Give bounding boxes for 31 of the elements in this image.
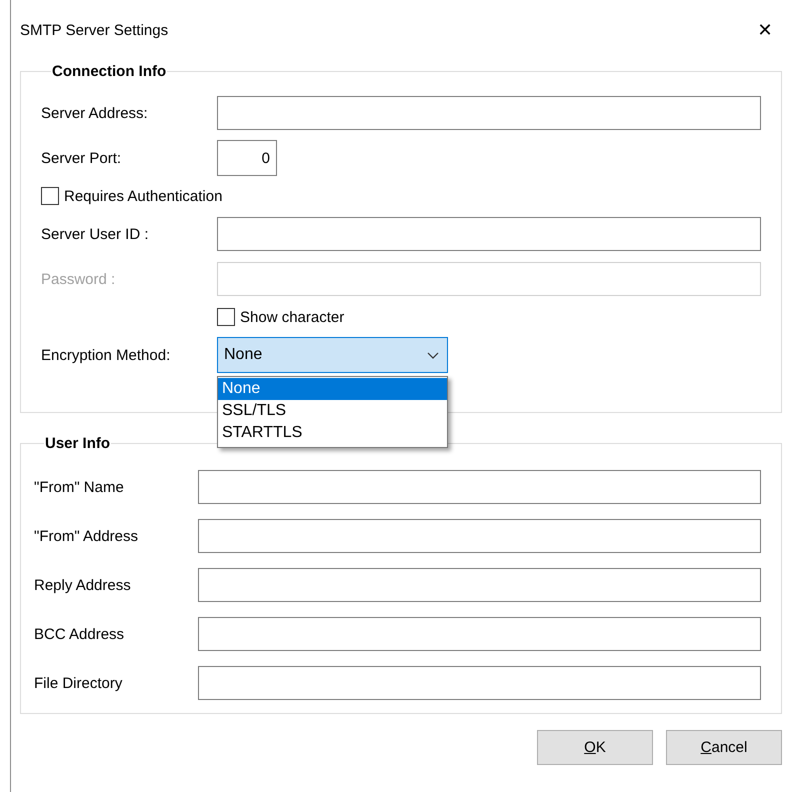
- field-label: "From" Name: [34, 478, 125, 496]
- input-field[interactable]: [198, 519, 761, 553]
- dropdown-option[interactable]: SSL/TLS: [218, 400, 447, 422]
- field-label: Server Port:: [41, 150, 122, 166]
- field-label: Server Address:: [41, 104, 149, 122]
- field-label: File Directory: [34, 674, 124, 692]
- checkbox[interactable]: Requires Authentication: [41, 187, 222, 205]
- input-field[interactable]: [217, 96, 761, 130]
- dropdown-option[interactable]: STARTTLS: [218, 422, 447, 444]
- field-label: Server User ID :: [41, 226, 150, 242]
- input-field[interactable]: [198, 568, 761, 602]
- dialog-button[interactable]: OK: [537, 730, 653, 765]
- port-field[interactable]: 0: [217, 140, 277, 176]
- field-label: Reply Address: [34, 576, 132, 594]
- window-title: SMTP Server Settings: [20, 22, 168, 38]
- dialog-button[interactable]: Cancel: [666, 730, 782, 765]
- input-field[interactable]: [217, 217, 761, 251]
- field-label: Password :: [41, 270, 116, 288]
- checkbox[interactable]: Show character: [217, 308, 344, 326]
- field-label: Encryption Method:: [41, 346, 172, 364]
- input-field[interactable]: [198, 666, 761, 700]
- group-title: Connection Info: [51, 63, 168, 80]
- field-label: "From" Address: [34, 528, 140, 544]
- chevron-icon: [427, 352, 439, 358]
- dropdown[interactable]: None: [217, 337, 448, 373]
- input-field[interactable]: [198, 470, 761, 504]
- field-label: BCC Address: [34, 626, 126, 642]
- dropdown-option[interactable]: None: [218, 378, 447, 400]
- group-title: User Info: [44, 435, 112, 452]
- input-field[interactable]: [198, 617, 761, 651]
- close-button[interactable]: ✕: [750, 19, 780, 41]
